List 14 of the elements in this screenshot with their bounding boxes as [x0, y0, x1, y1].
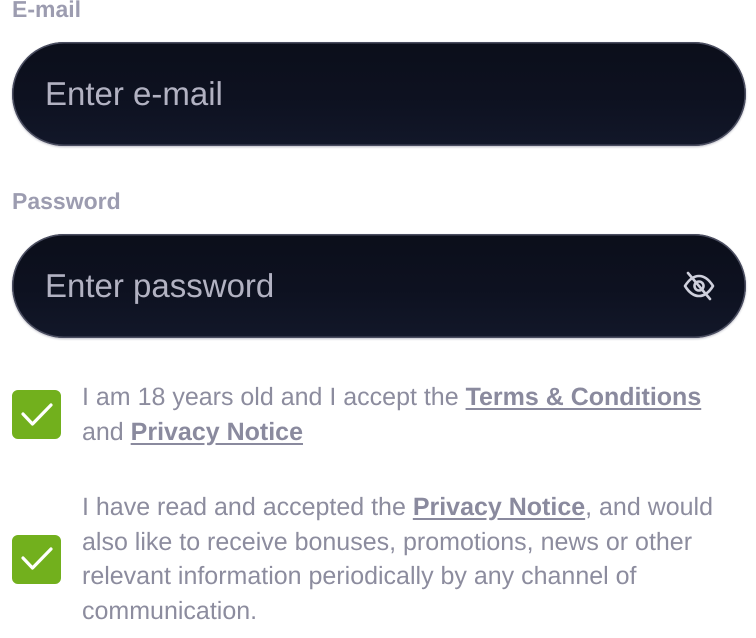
- link[interactable]: Privacy Notice: [130, 418, 303, 446]
- link[interactable]: Privacy Notice: [412, 493, 586, 521]
- checkbox[interactable]: [12, 534, 61, 584]
- consent-text: I have read and accepted the Privacy Notice, and would also like to receive bonuses, promotions, news or other relevant information periodically by any channel of communication.: [82, 492, 714, 626]
- eye-slash-icon[interactable]: [682, 270, 716, 302]
- password-field[interactable]: Enter password: [12, 234, 746, 338]
- checkbox[interactable]: [12, 390, 61, 439]
- check-icon: [20, 402, 52, 426]
- field-label: E-mail: [12, 0, 82, 22]
- check-icon: [20, 547, 52, 571]
- link[interactable]: Terms & Conditions: [466, 383, 702, 411]
- field-label: Password: [12, 188, 121, 214]
- consent-text: I am 18 years old and I accept the Terms & Conditions and Privacy Notice: [82, 382, 702, 448]
- email-field[interactable]: Enter e-mail: [12, 42, 746, 146]
